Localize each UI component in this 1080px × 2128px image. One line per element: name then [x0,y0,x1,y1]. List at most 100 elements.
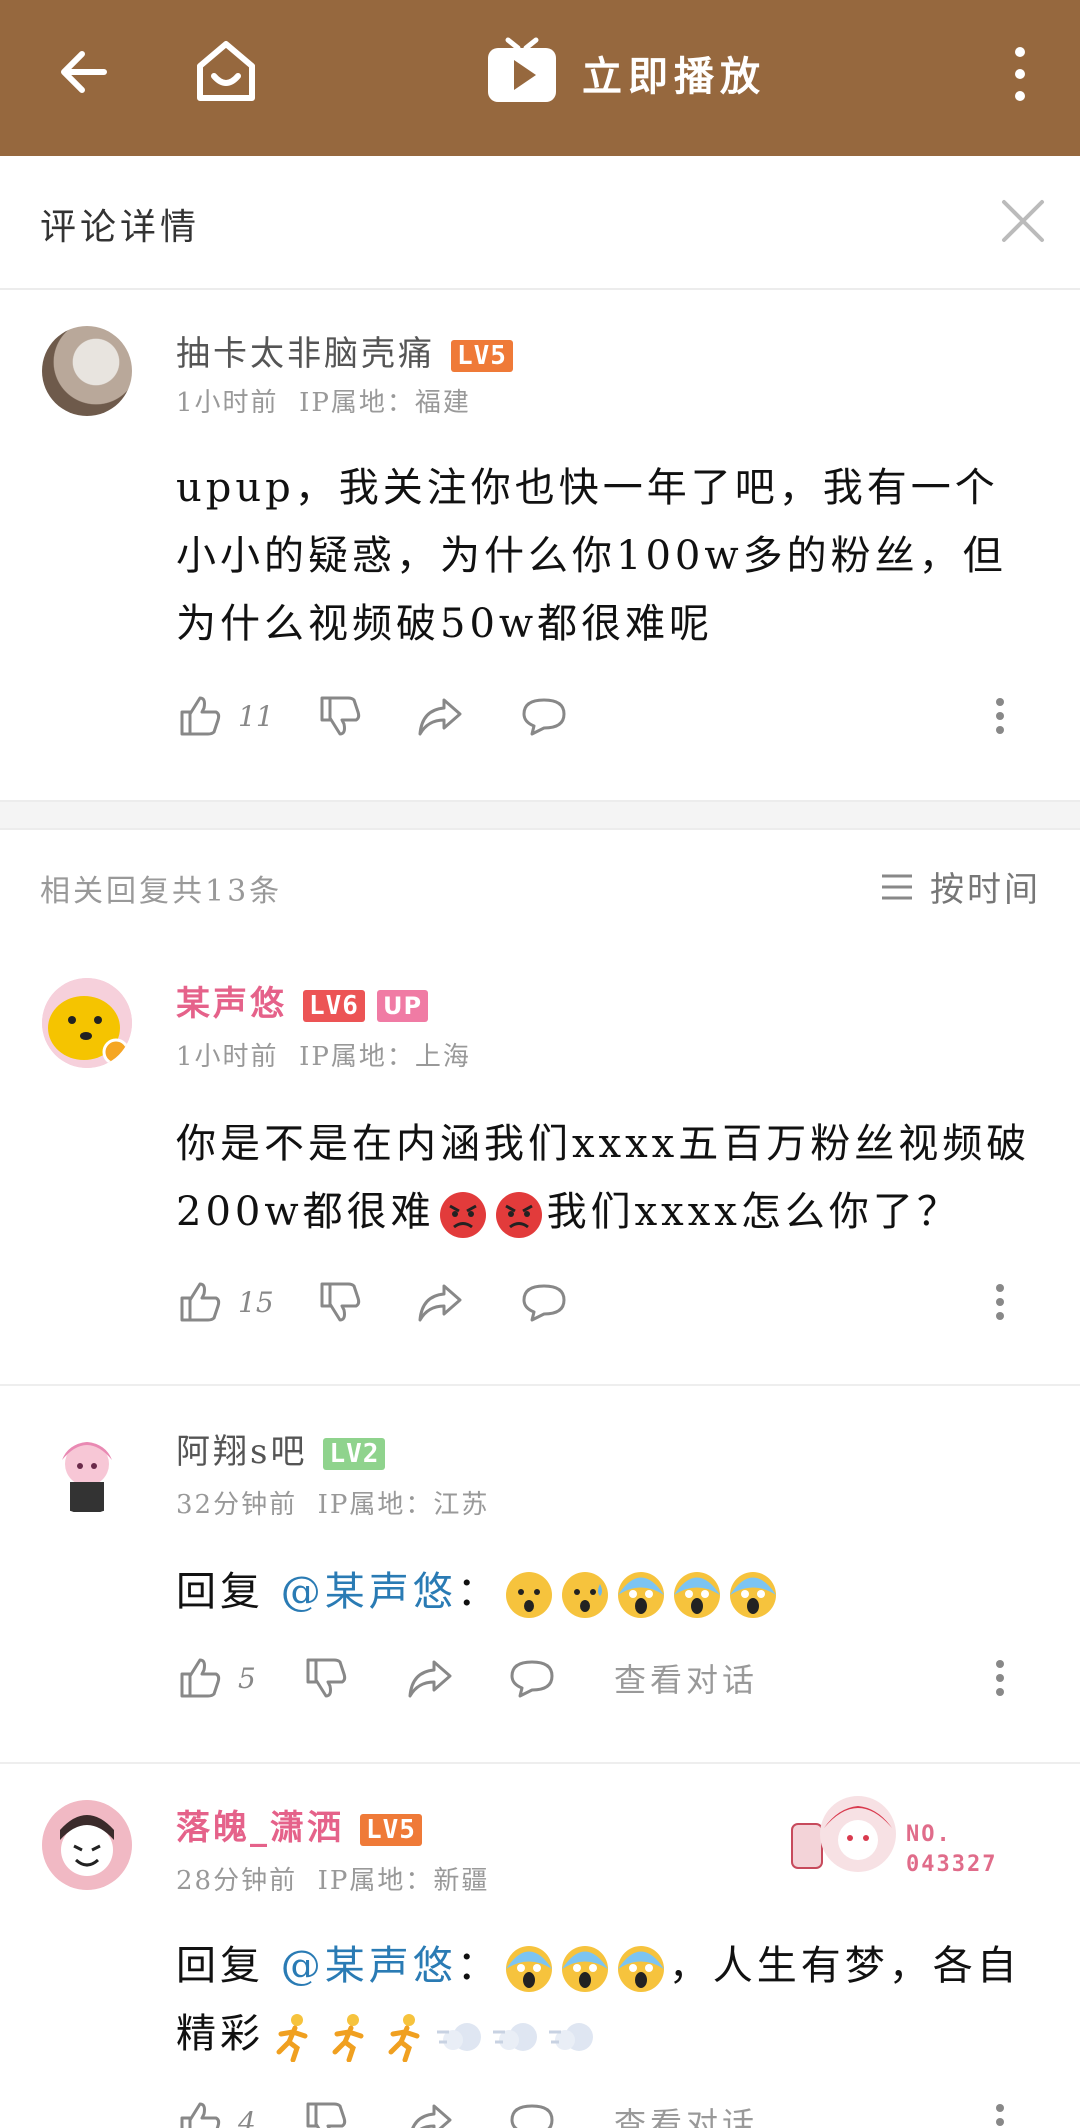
view-conversation-button[interactable]: 查看对话 [614,1650,758,1706]
more-vertical-icon [996,1284,1004,1320]
level-badge: LV5 [451,340,513,372]
thumb-up-icon [180,2102,221,2128]
username-text[interactable]: 抽卡太非脑壳痛 [176,334,435,374]
angry-face-emoji [495,1192,542,1238]
share-button[interactable] [406,2094,454,2128]
share-button[interactable] [416,688,464,744]
comment-actions: 11 [176,688,1036,748]
share-icon [418,698,462,736]
ip-location: IP属地：江苏 [317,1490,490,1520]
separator: ： [456,1943,501,1989]
page-title: 评论详情 [40,207,201,248]
comment-actions: 5 查看对话 [176,1650,1036,1710]
back-arrow-icon[interactable] [52,40,116,104]
anxious-face-emoji [505,1572,552,1618]
share-button[interactable] [406,1650,454,1706]
fan-badge-value: 043327 [906,1852,998,1877]
more-vertical-icon [996,1660,1004,1696]
avatar[interactable] [42,1800,132,1890]
comment-meta: 1小时前 IP属地：上海 [176,1036,471,1073]
divider [0,1762,1080,1764]
dash-cloud-emoji [437,2023,481,2051]
avatar[interactable] [42,1424,132,1514]
thumb-down-icon [320,696,361,736]
mention-link[interactable]: @某声悠 [281,1943,457,1989]
comment-text: 回复 @某声悠： ，人生有梦，各自精彩 [176,1932,1036,2068]
comment-meta: 32分钟前 IP属地：江苏 [176,1484,489,1521]
like-count: 15 [238,1285,274,1319]
section-divider [0,800,1080,830]
dog-avatar-icon [42,978,132,1068]
screaming-face-emoji [617,1572,664,1618]
more-vertical-icon[interactable] [1000,42,1040,106]
running-person-emoji [332,2014,364,2062]
username-text[interactable]: 落魄_潇洒 [176,1808,344,1848]
like-button[interactable]: 4 [176,2094,256,2128]
comment-more-button[interactable] [976,1650,1024,1706]
fan-badge-label: NO. [906,1822,952,1847]
dislike-button[interactable] [302,1650,350,1706]
sort-by-time-button[interactable]: 按时间 [880,862,1041,911]
up-badge: UP [376,990,429,1022]
username[interactable]: 阿翔s吧 LV2 [176,1424,386,1473]
avatar[interactable] [42,326,132,416]
top-bar: 立即播放 [0,0,1080,156]
view-conversation-button[interactable]: 查看对话 [614,2094,758,2128]
dislike-button[interactable] [316,1274,364,1330]
reply-button[interactable] [520,1274,568,1330]
ip-location: IP属地：福建 [299,388,471,418]
comment-more-button[interactable] [976,688,1024,744]
dislike-button[interactable] [302,2094,350,2128]
share-button[interactable] [416,1274,464,1330]
share-icon [411,2104,452,2128]
screaming-face-emoji [729,1572,776,1618]
play-now-label[interactable]: 立即播放 [582,44,766,102]
comment-actions: 15 [176,1274,1036,1334]
thumb-down-icon [306,2102,347,2128]
timestamp: 1小时前 [176,1042,279,1072]
fan-badge-number: NO. 043327 [906,1820,997,1880]
username-text[interactable]: 某声悠 [176,984,287,1024]
level-badge: LV6 [303,990,365,1022]
separator: ： [456,1569,501,1615]
screaming-face-emoji [561,1946,608,1992]
comment-text: 回复 @某声悠： [176,1558,1036,1626]
comment-text: 你是不是在内涵我们xxxx五百万粉丝视频破200w都很难 我们xxxx怎么你了？ [176,1110,1036,1246]
username[interactable]: 抽卡太非脑壳痛 LV5 [176,326,513,375]
like-button[interactable]: 15 [176,1274,274,1330]
username[interactable]: 落魄_潇洒 LV5 [176,1800,422,1849]
comment-more-button[interactable] [976,1274,1024,1330]
mention-link[interactable]: @某声悠 [281,1569,457,1615]
reply-button[interactable] [508,1650,556,1706]
avatar[interactable] [42,978,132,1068]
like-button[interactable]: 11 [176,688,274,744]
screaming-face-emoji [673,1572,720,1618]
play-tv-icon[interactable] [486,36,558,104]
username[interactable]: 某声悠 LV6 UP [176,976,429,1025]
view-conversation-label[interactable]: 查看对话 [614,2099,758,2128]
home-icon[interactable] [192,36,260,106]
view-conversation-label[interactable]: 查看对话 [614,1655,758,1701]
username-text[interactable]: 阿翔s吧 [176,1432,307,1472]
share-icon [408,1660,452,1698]
timestamp: 32分钟前 [176,1490,298,1520]
share-icon [418,1284,462,1322]
thumb-up-icon [180,696,221,736]
close-icon[interactable] [1000,198,1046,244]
like-button[interactable]: 5 [176,1650,256,1706]
thumb-up-icon [180,1282,221,1322]
reply-prefix: 回复 [176,1943,264,1989]
anime-avatar-icon [62,1442,112,1512]
more-vertical-icon [996,698,1004,734]
comment-text-part: 我们xxxx怎么你了？ [546,1189,961,1235]
comment-bubble-icon [510,1660,554,1698]
timestamp: 1小时前 [176,388,279,418]
dislike-button[interactable] [316,688,364,744]
comment-more-button[interactable] [976,2094,1024,2128]
reply-button[interactable] [520,688,568,744]
thumb-up-icon [180,1658,221,1698]
replies-count: 相关回复共13条 [40,874,283,909]
reply-button[interactable] [508,2094,556,2128]
anxious-sweat-emoji [561,1572,608,1618]
comment-actions: 4 查看对话 [176,2094,1036,2128]
